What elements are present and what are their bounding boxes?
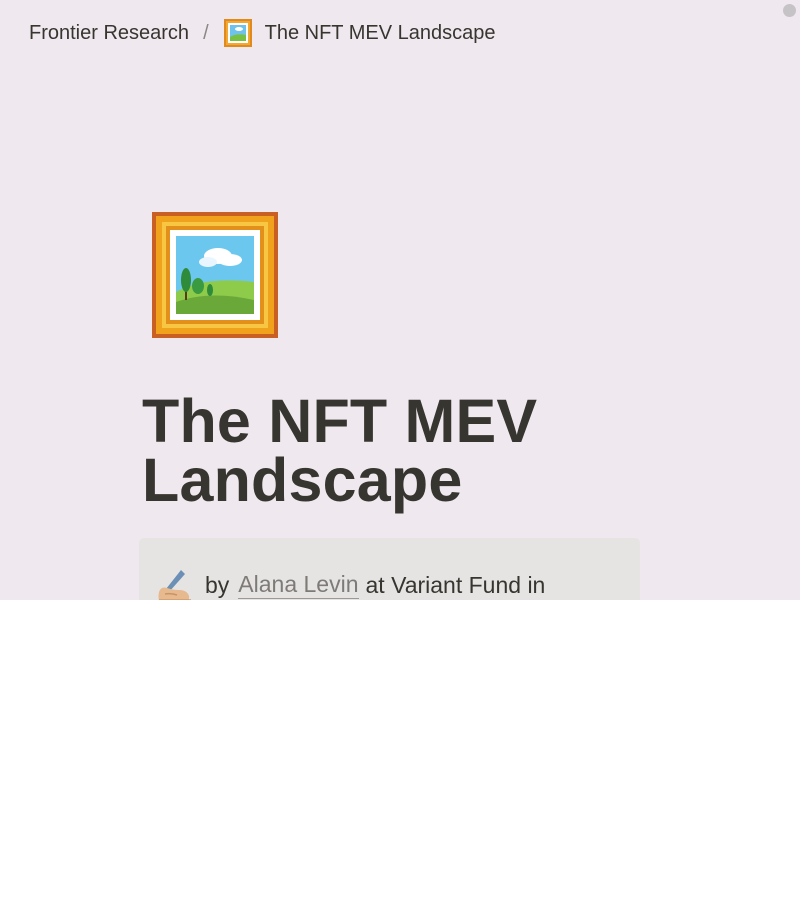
callout-content: by Alana Levin at Variant Fund in: [155, 564, 545, 600]
breadcrumb-separator: /: [203, 21, 209, 44]
writing-hand-icon: [155, 568, 193, 600]
framed-picture-icon: [223, 18, 253, 48]
scrollbar-handle[interactable]: [783, 4, 796, 17]
callout-suffix: at Variant Fund in: [365, 571, 546, 598]
page-title: The NFT MEV Landscape: [142, 387, 538, 514]
breadcrumb-parent[interactable]: Frontier Research: [29, 22, 189, 45]
breadcrumb: Frontier Research / The NFT MEV Landscap…: [29, 18, 495, 48]
author-link[interactable]: Alana Levin: [238, 571, 359, 599]
framed-picture-icon[interactable]: [150, 210, 280, 340]
breadcrumb-current[interactable]: The NFT MEV Landscape: [265, 22, 496, 45]
page: Frontier Research / The NFT MEV Landscap…: [0, 0, 800, 600]
callout-prefix: by: [205, 571, 230, 598]
callout: by Alana Levin at Variant Fund in: [139, 538, 640, 600]
